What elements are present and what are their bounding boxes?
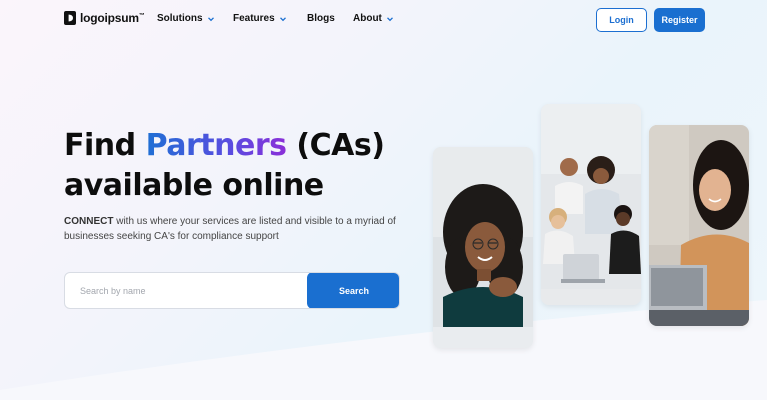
logo-icon (64, 11, 76, 25)
chevron-down-icon (207, 16, 214, 21)
chevron-down-icon (386, 16, 393, 21)
nav-item-about[interactable]: About (353, 13, 394, 24)
hero-description: CONNECT with us where your services are … (64, 214, 409, 244)
login-button[interactable]: Login (596, 8, 647, 32)
woman-laptop-photo (649, 125, 749, 326)
nav-item-blogs[interactable]: Blogs (307, 13, 335, 24)
title-accent: Partners (145, 128, 287, 163)
desc-strong: CONNECT (64, 216, 114, 227)
nav-label: Features (233, 13, 275, 24)
brand-name: logoipsum™ (80, 11, 145, 25)
register-button[interactable]: Register (654, 8, 705, 32)
team-laptop-photo (541, 104, 641, 305)
search-bar: Search (64, 272, 400, 309)
hero-title: Find Partners (CAs) available online (64, 126, 385, 206)
search-button[interactable]: Search (307, 273, 399, 308)
chevron-down-icon (279, 16, 286, 21)
nav-label: Solutions (157, 13, 203, 24)
top-navbar: logoipsum™ Solutions Features Blogs Abou… (0, 0, 767, 40)
title-line2: available online (64, 168, 324, 203)
title-text: Find (64, 128, 146, 163)
nav-label: About (353, 13, 382, 24)
nav-item-solutions[interactable]: Solutions (157, 13, 215, 24)
search-input[interactable] (65, 273, 307, 308)
nav-label: Blogs (307, 13, 335, 24)
nav-item-features[interactable]: Features (233, 13, 287, 24)
desc-text: with us where your services are listed a… (64, 216, 396, 242)
brand-logo[interactable]: logoipsum™ (64, 11, 145, 25)
smiling-woman-photo (433, 147, 533, 348)
title-text: (CAs) (286, 128, 385, 163)
